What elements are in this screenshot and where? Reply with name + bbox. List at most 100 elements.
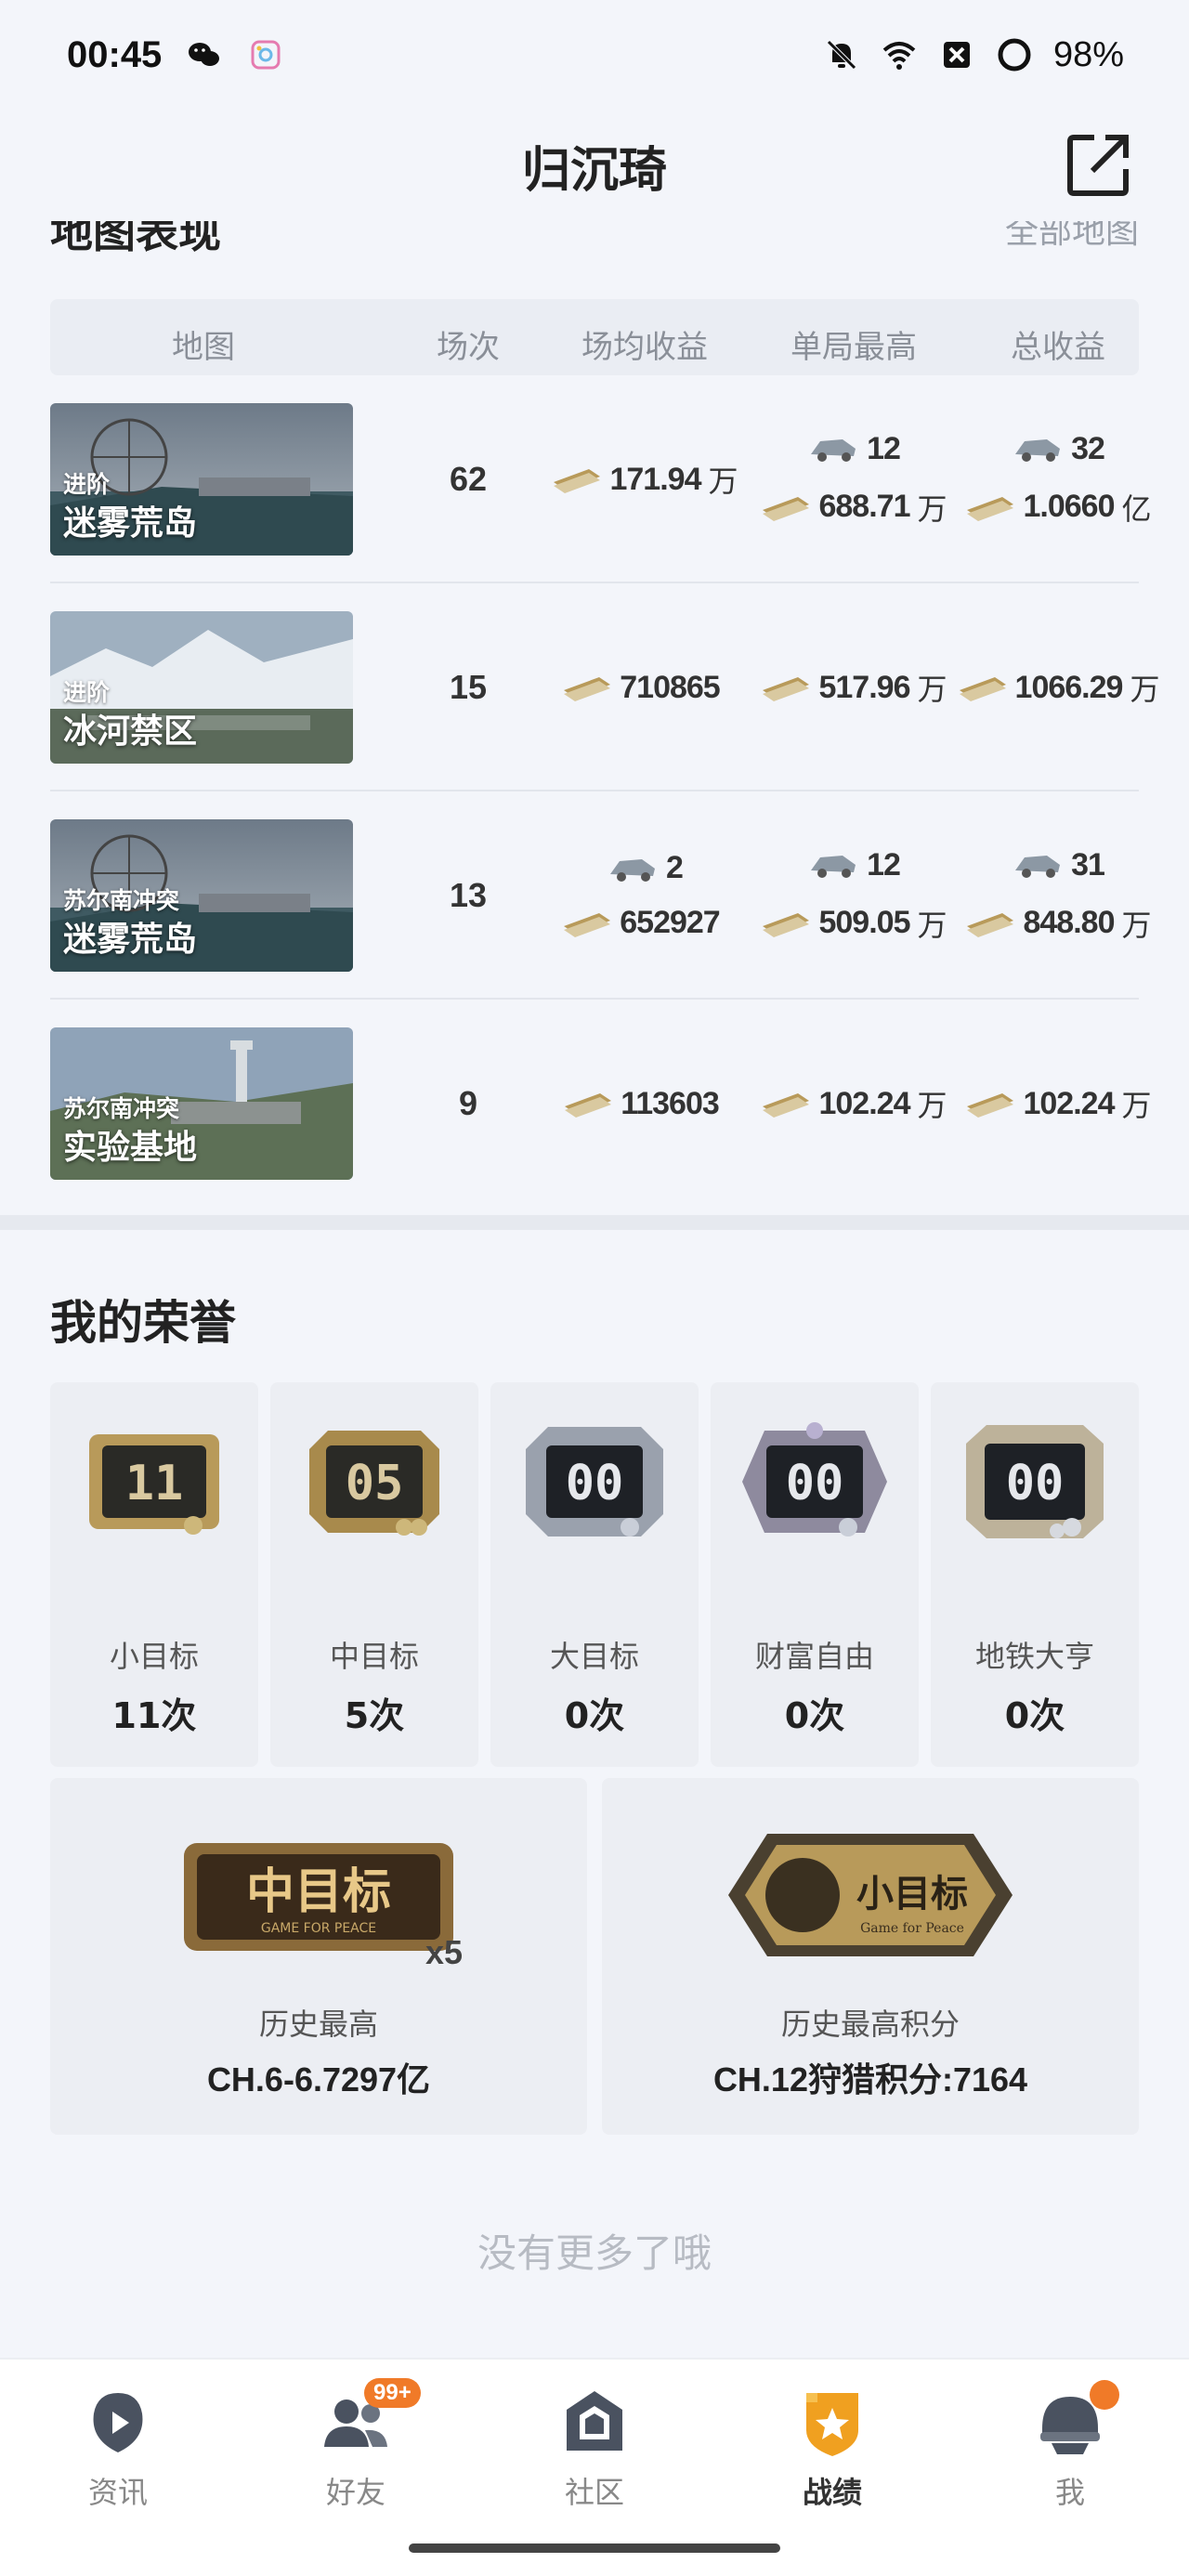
map-mode-label: 苏尔南冲突 [63,1095,180,1122]
matches-cell: 9 [403,1000,533,1208]
total-car-value: 31 [1012,847,1105,883]
sim-x-icon [943,42,970,68]
cash-stack-icon [959,677,1006,701]
avg-earnings-cell: 710865 [533,583,756,791]
cash-stack-icon [565,1093,612,1118]
record-card-history-high[interactable]: 中目标 GAME FOR PEACE x5 历史最高 CH.6-6.7297亿 [50,1778,587,2135]
nav-item-me[interactable]: 我 [1000,2380,1140,2525]
map-row[interactable]: 苏尔南冲突 实验基地 9 113603 102.24 万 102.24 万 [50,1000,1152,1208]
cash-stack-icon [967,496,1014,521]
record-card-history-high-score[interactable]: 小目标 Game for Peace 历史最高积分 CH.12狩猎积分:7164 [602,1778,1139,2135]
map-thumbnail: 进阶 迷雾荒岛 [50,403,353,556]
badge-count: 0次 [564,1695,625,1736]
cash-stack-icon [564,912,611,937]
cash-stack-icon [564,677,611,701]
max-cash-value: 509.05 万 [761,902,947,945]
map-thumbnail: 苏尔南冲突 迷雾荒岛 [50,819,353,972]
page-title: 归沉琦 [521,142,667,199]
badge-card-metro-tycoon[interactable]: 00 地铁大亨 0次 [931,1382,1139,1767]
nav-label: 我 [1054,2475,1085,2510]
section-divider [0,1215,1189,1230]
single-max-cell: 12 688.71 万 [756,375,951,583]
map-name-label: 冰河禁区 [63,713,198,751]
medium-goal-emblem-icon: 中目标GAME FOR PEACE x5 [184,1843,463,1971]
armored-car-icon [1015,439,1061,462]
matches-value: 13 [449,876,488,914]
column-header-total-earnings: 总收益 [1011,329,1105,366]
svg-text:00: 00 [786,1456,844,1511]
all-maps-link[interactable]: 全部地图 [1005,221,1139,253]
share-external-icon[interactable] [1061,126,1137,203]
nav-item-friends[interactable]: 好友 99+ [286,2378,425,2525]
badge-plate-icon: 00 [742,1422,887,1536]
cash-stack-icon [763,496,810,521]
map-mode-label: 进阶 [63,679,111,706]
avg-cash-value: 113603 [563,1086,726,1122]
map-performance-section: 地图表现 全部地图 地图 场次 场均收益 单局最高 总收益 进阶 迷雾荒岛 62… [0,221,1189,1215]
map-row[interactable]: 苏尔南冲突 迷雾荒岛 13 2 652927 12 509.05 万 31 848… [50,791,1152,1000]
badge-count: 5次 [344,1695,405,1736]
badge-plate-icon: 00 [966,1425,1104,1538]
nav-item-community[interactable]: 社区 [525,2386,664,2525]
total-earnings-cell: 102.24 万 [951,1000,1165,1208]
wifi-icon [882,42,916,70]
notification-dot [1090,2380,1119,2410]
nav-label: 战绩 [802,2475,862,2510]
svg-text:x5: x5 [425,1933,463,1971]
armored-car-icon [1015,856,1061,878]
badge-plate-icon: 11 [89,1434,219,1535]
cash-stack-icon [554,469,601,493]
matches-value: 9 [458,1084,478,1122]
record-value: CH.6-6.7297亿 [206,2060,431,2099]
badge-card-wealth-freedom[interactable]: 00 财富自由 0次 [711,1382,919,1767]
badge-card-medium-goal[interactable]: 05 中目标 5次 [270,1382,478,1767]
armored-car-icon [811,856,856,878]
armored-car-icon [811,439,856,462]
status-bar: 00:45 98% [0,0,1189,110]
armored-car-icon [610,858,656,882]
avg-earnings-cell: 2 652927 [533,791,756,1000]
cash-stack-icon [763,912,810,937]
total-cash-value: 102.24 万 [965,1082,1152,1125]
matches-cell: 15 [403,583,533,791]
matches-value: 62 [449,460,488,498]
battery-level: 98% [1052,34,1124,74]
battery-ring-icon [998,38,1031,72]
status-time: 00:45 [67,33,163,75]
nav-item-records[interactable]: 战绩 [763,2386,902,2525]
map-row[interactable]: 进阶 迷雾荒岛 62 171.94 万 12 688.71 万 32 1.0660 亿 [50,375,1152,583]
badge-count: 0次 [784,1695,845,1736]
no-more-text: 没有更多了哦 [477,2230,712,2276]
max-cash-value: 102.24 万 [761,1082,947,1125]
cash-stack-icon [967,1093,1014,1118]
mute-bell-icon [827,40,856,70]
svg-text:00: 00 [566,1456,624,1511]
friends-count-badge: 99+ [364,2378,421,2408]
record-value: CH.12狩猎积分:7164 [712,2060,1028,2099]
map-name-label: 迷雾荒岛 [63,504,198,543]
badge-plate-icon: 05 [309,1431,439,1536]
badge-count: 11次 [111,1695,197,1736]
news-play-icon [93,2393,143,2452]
map-row[interactable]: 进阶 冰河禁区 15 710865 517.96 万 1066.29 万 [50,583,1159,791]
cash-stack-icon [763,677,810,701]
record-label: 历史最高积分 [780,2007,960,2042]
total-earnings-cell: 31 848.80 万 [951,791,1165,1000]
matches-value: 15 [449,668,488,706]
nav-item-news[interactable]: 资讯 [48,2386,188,2525]
badge-label: 地铁大亨 [974,1639,1094,1674]
badge-count: 0次 [1004,1695,1065,1736]
badge-card-big-goal[interactable]: 00 大目标 0次 [490,1382,699,1767]
max-cash-value: 517.96 万 [761,666,947,709]
map-section-header: 地图表现 全部地图 [50,221,1139,257]
column-header-matches: 场次 [437,329,500,366]
total-cash-value: 848.80 万 [965,902,1152,945]
record-shield-icon [806,2393,858,2456]
cash-stack-icon [967,912,1014,937]
column-header-avg-earnings: 场均收益 [581,329,708,366]
single-max-cell: 517.96 万 [756,583,951,791]
badge-card-small-goal[interactable]: 11 小目标 11次 [50,1382,258,1767]
map-name-label: 迷雾荒岛 [63,921,198,959]
total-cash-value: 1.0660 亿 [965,486,1152,529]
total-car-value: 32 [1012,431,1105,467]
